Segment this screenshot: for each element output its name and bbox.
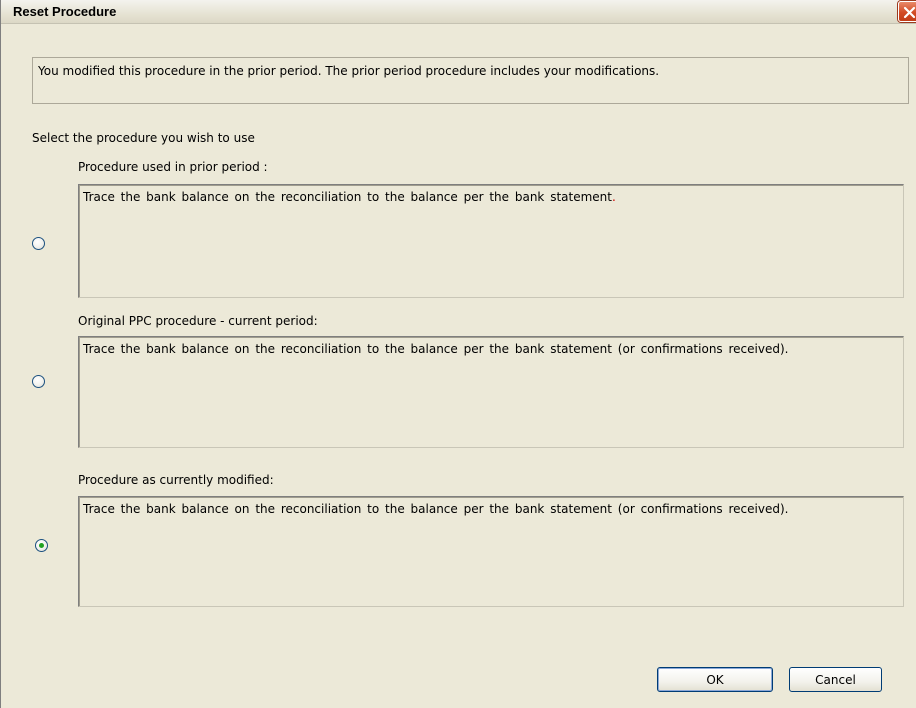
- dialog-title: Reset Procedure: [13, 4, 117, 19]
- option-original-ppc-label: Original PPC procedure - current period:: [78, 314, 318, 328]
- option-prior-period-text-body: Trace the bank balance on the reconcilia…: [83, 190, 612, 204]
- option-prior-period-textbox[interactable]: Trace the bank balance on the reconcilia…: [78, 184, 904, 298]
- close-icon: [903, 6, 916, 19]
- cancel-button[interactable]: Cancel: [789, 667, 882, 692]
- option-prior-period-text-period: .: [611, 190, 616, 204]
- reset-procedure-dialog: Reset Procedure You modified this proced…: [0, 0, 916, 708]
- option-currently-modified-textbox[interactable]: Trace the bank balance on the reconcilia…: [78, 496, 904, 607]
- option-original-ppc-text: Trace the bank balance on the reconcilia…: [83, 342, 789, 356]
- option-original-ppc-textbox[interactable]: Trace the bank balance on the reconcilia…: [78, 336, 904, 448]
- option-currently-modified-label: Procedure as currently modified:: [78, 473, 274, 487]
- message-text: You modified this procedure in the prior…: [38, 64, 660, 78]
- message-box: You modified this procedure in the prior…: [32, 57, 909, 104]
- option-original-ppc-radio[interactable]: [32, 375, 45, 388]
- close-button[interactable]: [898, 1, 916, 22]
- select-instruction-label: Select the procedure you wish to use: [32, 131, 255, 145]
- title-bar[interactable]: Reset Procedure: [1, 0, 916, 24]
- option-prior-period-radio[interactable]: [32, 237, 45, 250]
- option-prior-period-label: Procedure used in prior period :: [78, 160, 268, 174]
- option-currently-modified-radio[interactable]: [35, 539, 48, 552]
- option-currently-modified-text: Trace the bank balance on the reconcilia…: [83, 502, 789, 516]
- ok-button[interactable]: OK: [657, 667, 773, 692]
- option-prior-period-text: Trace the bank balance on the reconcilia…: [83, 189, 893, 206]
- radio-dot: [39, 543, 44, 548]
